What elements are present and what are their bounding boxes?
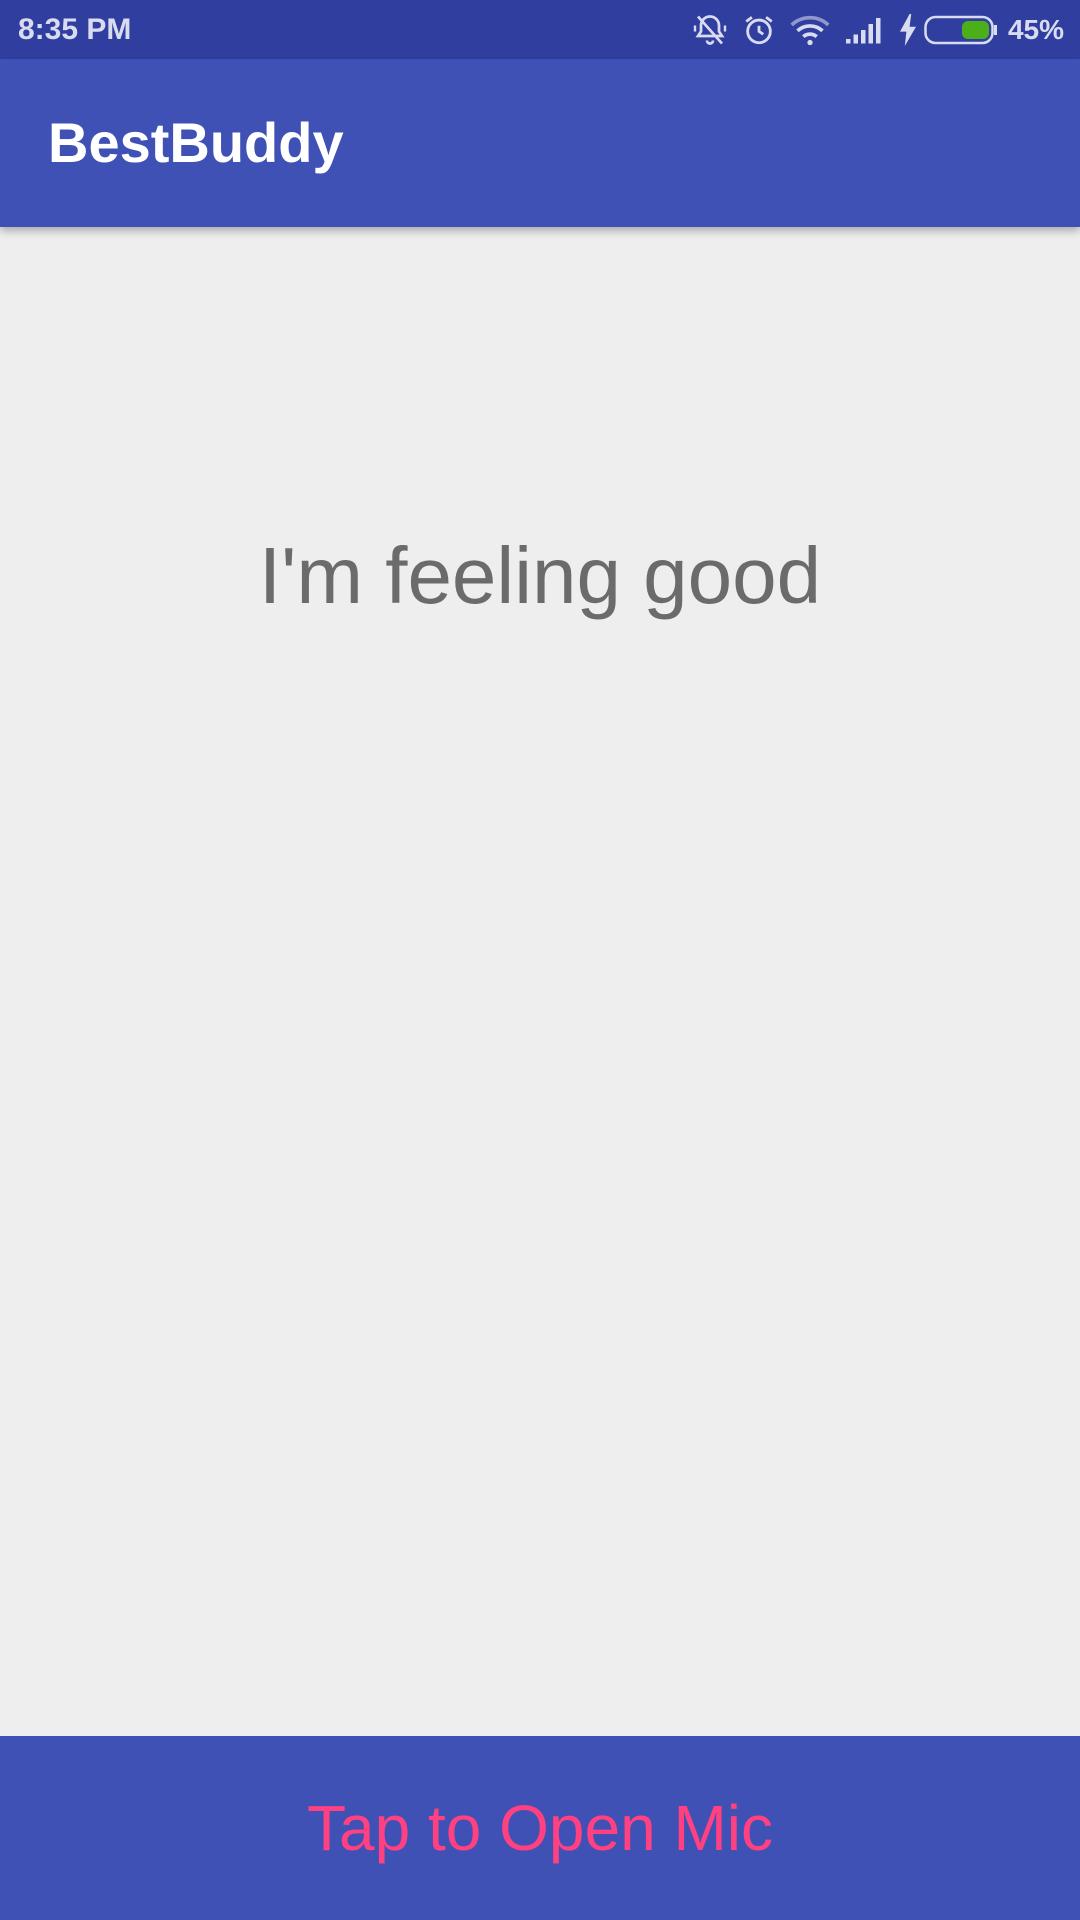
alarm-icon	[742, 13, 776, 47]
signal-icon	[844, 15, 884, 45]
open-mic-button[interactable]: Tap to Open Mic	[0, 1736, 1080, 1920]
status-bar: 8:35 PM 45%	[0, 0, 1080, 59]
app-bar: BestBuddy	[0, 59, 1080, 227]
app-title: BestBuddy	[48, 111, 344, 174]
wifi-icon	[790, 13, 830, 47]
notifications-off-icon	[692, 12, 728, 48]
status-time: 8:35 PM	[18, 13, 132, 46]
charging-icon	[898, 13, 918, 46]
status-icons: 45%	[678, 0, 1064, 59]
screen: 8:35 PM 45% BestBuddy I'm feeling good T…	[0, 0, 1080, 1920]
open-mic-label: Tap to Open Mic	[307, 1792, 773, 1864]
battery-icon	[924, 15, 998, 45]
battery-percent: 45%	[1007, 13, 1064, 45]
status-message: I'm feeling good	[258, 531, 822, 620]
